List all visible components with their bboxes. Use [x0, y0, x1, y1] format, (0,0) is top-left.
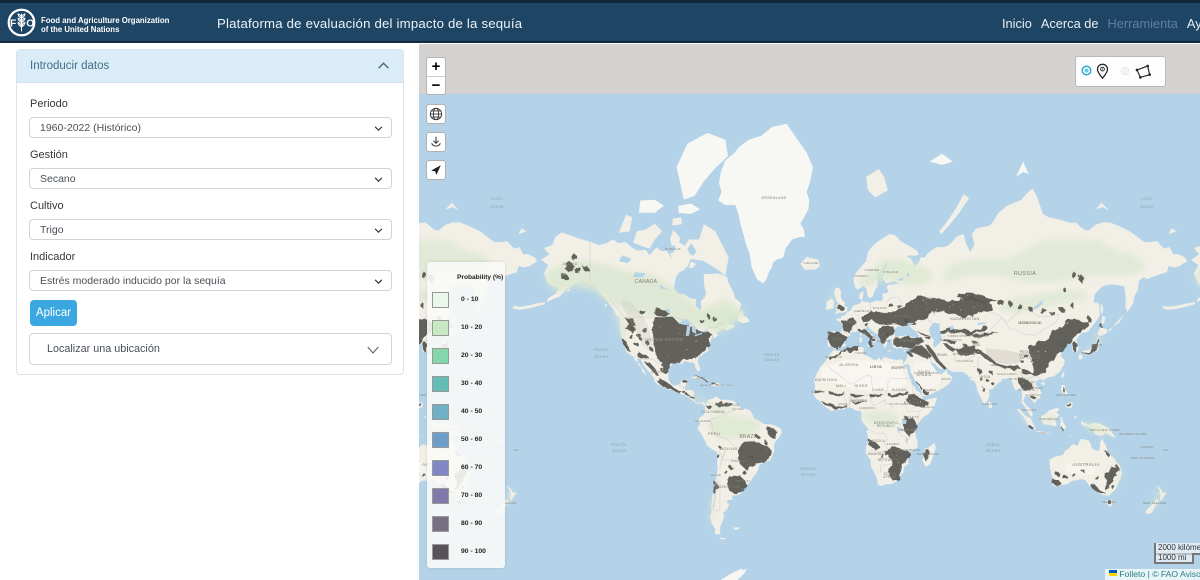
svg-text:F: F [10, 18, 16, 29]
svg-text:O: O [26, 18, 34, 29]
